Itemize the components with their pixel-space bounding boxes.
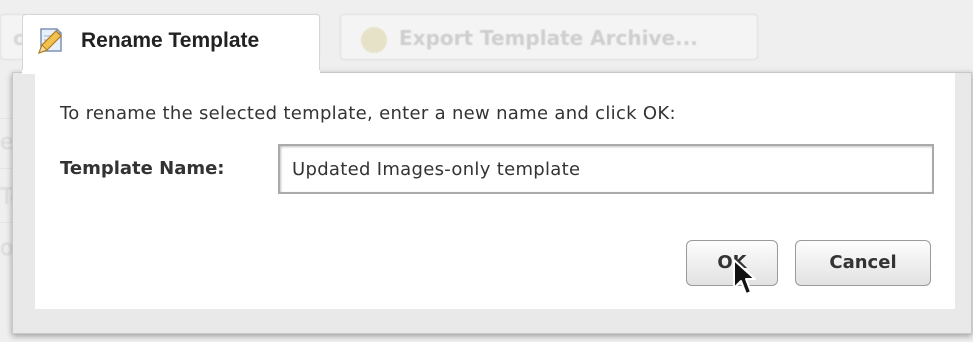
template-name-input[interactable] — [278, 144, 934, 194]
title-tab-join — [22, 70, 320, 74]
mouse-pointer-icon — [733, 259, 756, 295]
instruction-text: To rename the selected template, enter a… — [60, 103, 676, 124]
export-template-archive-button: Export Template Archive... — [340, 14, 758, 60]
edit-document-icon — [37, 28, 62, 55]
template-name-label: Template Name: — [60, 158, 225, 179]
export-template-archive-label: Export Template Archive... — [399, 26, 698, 50]
cancel-button[interactable]: Cancel — [795, 240, 931, 286]
dialog-title: Rename Template — [81, 29, 260, 52]
archive-icon — [361, 26, 387, 53]
dialog-title-bar: Rename Template — [22, 14, 320, 72]
